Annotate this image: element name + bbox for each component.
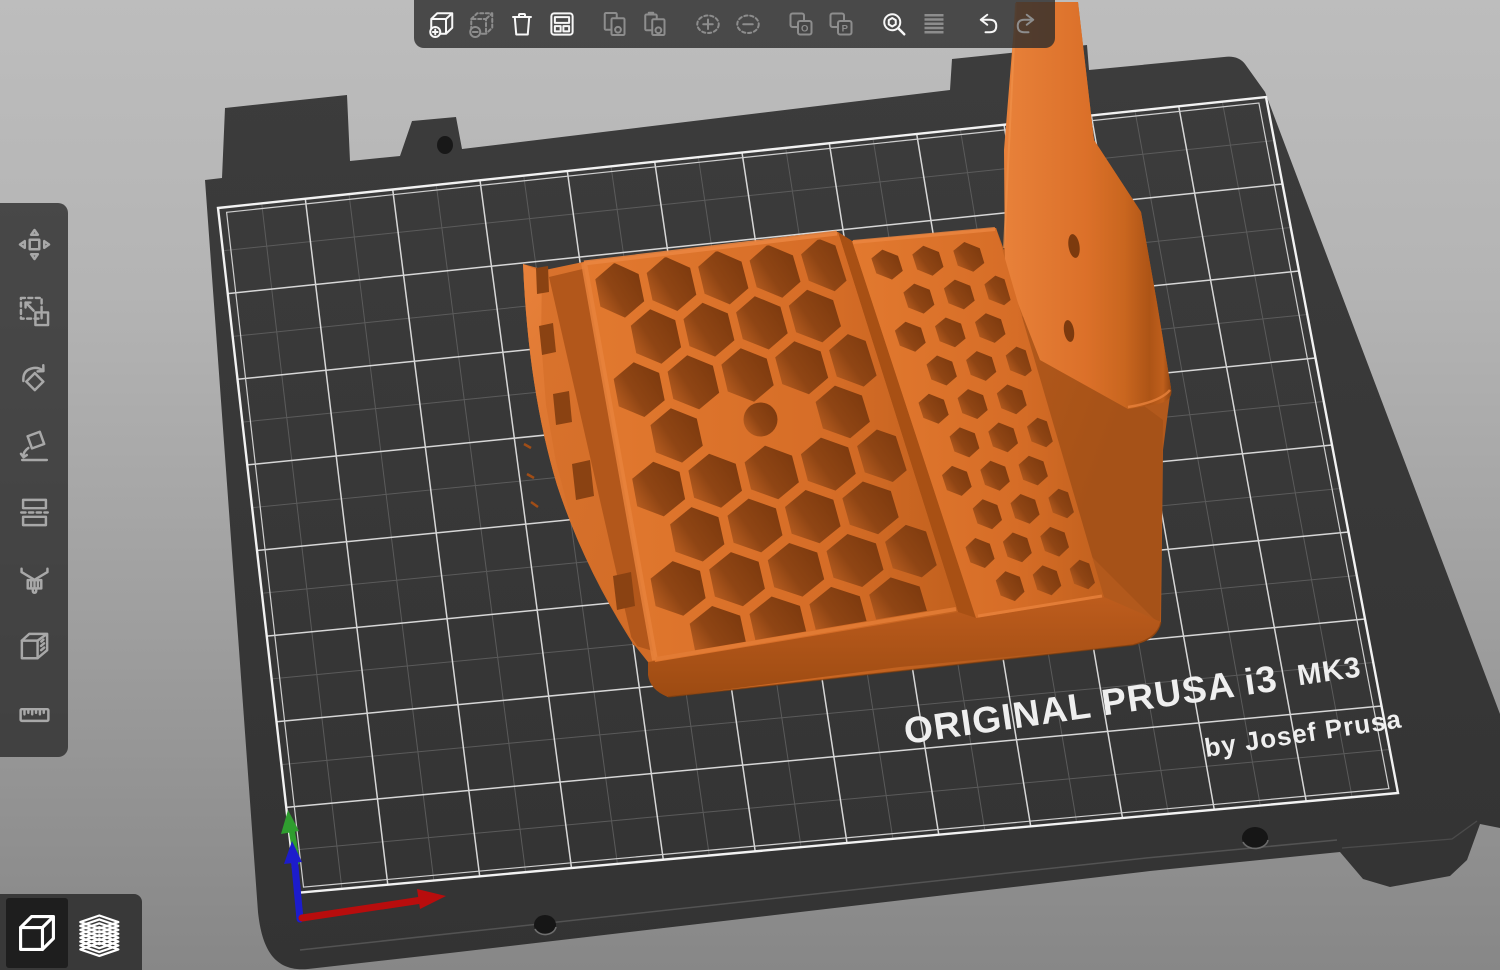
view-mode-toolbar (0, 894, 142, 970)
top-toolbar-redo-button[interactable] (1007, 2, 1047, 46)
move-icon (16, 226, 53, 263)
top-toolbar-arrange-button[interactable] (542, 2, 582, 46)
cut-icon (16, 494, 53, 531)
bed-pin (437, 136, 453, 154)
paint-brush-icon (16, 561, 53, 598)
top-toolbar-paste-button[interactable] (635, 2, 675, 46)
seam-cube-icon (16, 628, 53, 665)
split-objects-icon: O (786, 9, 816, 39)
scale-icon (16, 293, 53, 330)
viewport-3d[interactable]: ORIGINAL PRUSA i3 MK3 by Josef Prusa (0, 0, 1500, 970)
toolbar-group-gap (582, 24, 595, 25)
layer-bars-icon (919, 9, 949, 39)
delete-cube-icon (467, 9, 497, 39)
svg-text:P: P (842, 23, 849, 34)
top-toolbar-variable-layer-height-button[interactable] (914, 2, 954, 46)
rotate-icon (16, 360, 53, 397)
top-toolbar-search-button[interactable] (874, 2, 914, 46)
gizmos-toolbar (0, 203, 68, 757)
undo-icon (972, 9, 1002, 39)
top-toolbar-delete-button[interactable] (462, 2, 502, 46)
slicer-3d-viewport-page: { "app": {"name": "3D slicer editor view… (0, 0, 1500, 970)
top-toolbar-copy-button[interactable] (595, 2, 635, 46)
gizmo-measure-button[interactable] (6, 680, 62, 747)
ruler-icon (16, 695, 53, 732)
gizmo-paint-supports-button[interactable] (6, 546, 62, 613)
gizmo-seam-painting-button[interactable] (6, 613, 62, 680)
top-toolbar-remove-instance-button[interactable] (728, 2, 768, 46)
redo-icon (1012, 9, 1042, 39)
remove-instance-icon (733, 9, 763, 39)
top-toolbar-split-to-objects-button[interactable]: O (781, 2, 821, 46)
add-instance-icon (693, 9, 723, 39)
toolbar-group-gap (675, 24, 688, 25)
preview-view-button[interactable] (68, 898, 130, 968)
trash-icon (507, 9, 537, 39)
top-toolbar-split-to-parts-button[interactable]: P (821, 2, 861, 46)
top-toolbar-undo-button[interactable] (967, 2, 1007, 46)
svg-text:O: O (801, 23, 808, 34)
toolbar-group-gap (954, 24, 967, 25)
place-on-face-icon (16, 427, 53, 464)
layer-stack-icon (74, 908, 124, 958)
top-toolbar-delete-all-button[interactable] (502, 2, 542, 46)
top-toolbar: OP (414, 0, 1055, 48)
gizmo-rotate-button[interactable] (6, 345, 62, 412)
add-cube-icon (427, 9, 457, 39)
arrange-icon (547, 9, 577, 39)
top-toolbar-add-instance-button[interactable] (688, 2, 728, 46)
gizmo-move-button[interactable] (6, 211, 62, 278)
copy-icon (600, 9, 630, 39)
split-parts-icon: P (826, 9, 856, 39)
paste-icon (640, 9, 670, 39)
solid-cube-icon (12, 908, 62, 958)
gizmo-cut-button[interactable] (6, 479, 62, 546)
top-toolbar-add-button[interactable] (422, 2, 462, 46)
gizmo-scale-button[interactable] (6, 278, 62, 345)
editor-view-button[interactable] (6, 898, 68, 968)
toolbar-group-gap (768, 24, 781, 25)
search-icon (879, 9, 909, 39)
gizmo-place-on-face-button[interactable] (6, 412, 62, 479)
toolbar-group-gap (861, 24, 874, 25)
